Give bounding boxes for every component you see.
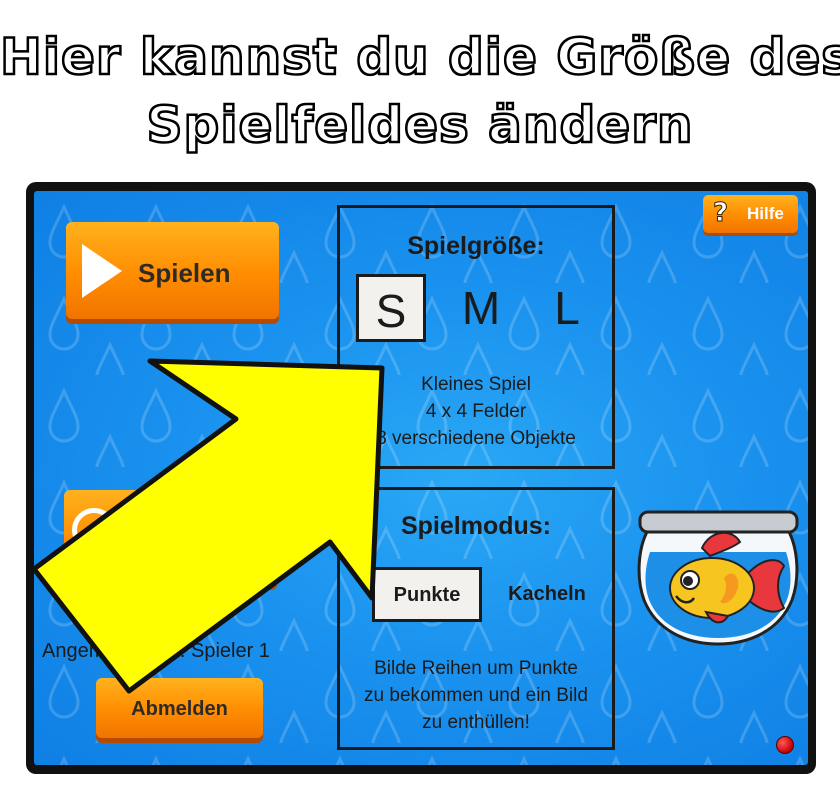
game-mode-description: Bilde Reihen um Punkte zu bekommen und e… [340,655,612,736]
play-button[interactable]: Spielen [66,222,279,319]
headline-line-1: Hier kannst du die Größe des [0,27,840,88]
headline-line-2: Spielfeldes ändern [145,95,694,156]
size-option-m[interactable]: M [456,274,506,342]
profile-button[interactable] [64,490,277,585]
game-size-description: Kleines Spiel 4 x 4 Felder 8 verschieden… [340,371,612,452]
size-desc-line-3: 8 verschiedene Objekte [376,428,576,449]
game-mode-panel: Spielmodus: Punkte Kacheln Bilde Reihen … [337,487,615,750]
red-status-dot-icon [776,736,794,754]
circle-icon [72,508,116,552]
game-mode-title: Spielmodus: [400,512,551,540]
question-mark-icon: ? [712,198,729,229]
play-button-label: Spielen [138,258,231,288]
game-size-title: Spielgröße: [407,232,545,260]
goldfish-bowl-icon [637,510,799,646]
help-button-label: Hilfe [747,204,784,223]
mode-desc-line-1: Bilde Reihen um Punkte [374,658,578,679]
logged-in-status: Angemeldet als: Spieler 1 [42,640,270,662]
size-option-s[interactable]: S [356,274,426,342]
mode-option-kacheln[interactable]: Kacheln [492,567,602,622]
size-option-l[interactable]: L [542,274,592,342]
size-desc-line-1: Kleines Spiel [421,374,531,395]
size-desc-line-2: 4 x 4 Felder [425,401,527,422]
help-button[interactable]: ? Hilfe [703,195,798,233]
mode-desc-line-2: zu bekommen und ein Bild [364,685,588,706]
play-triangle-icon [82,244,122,298]
game-size-panel: Spielgröße: S M L Kleines Spiel 4 x 4 Fe… [337,205,615,469]
mode-desc-line-3: zu enthüllen! [422,712,530,733]
logout-button[interactable]: Abmelden [96,678,263,738]
mode-option-punkte[interactable]: Punkte [372,567,482,622]
logout-button-label: Abmelden [131,698,228,720]
